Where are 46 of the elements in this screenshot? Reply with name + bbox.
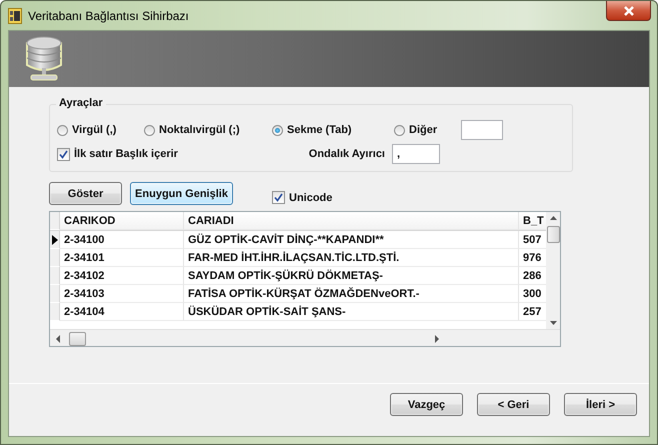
radio-label: Virgül (,) [72, 124, 116, 136]
decimal-separator-field[interactable]: , [392, 144, 440, 164]
group-title: Ayraçlar [56, 97, 106, 109]
show-button[interactable]: Göster [49, 182, 122, 205]
cancel-button[interactable]: Vazgeç [390, 393, 463, 416]
scroll-thumb[interactable] [546, 226, 560, 243]
radio-label: Diğer [409, 124, 438, 136]
next-button[interactable]: İleri > [564, 393, 637, 416]
app-icon [8, 8, 22, 24]
fit-width-button[interactable]: Enuygun Genişlik [130, 182, 233, 205]
table-cell: 2-34103 [60, 285, 184, 303]
database-icon [23, 35, 65, 83]
table-cell: 2-34100 [60, 231, 184, 249]
checkbox-label: İlk satır Başlık içerir [74, 148, 178, 160]
scroll-right-icon[interactable] [434, 334, 440, 342]
row-indicator[interactable] [50, 231, 60, 249]
checkbox[interactable] [57, 148, 70, 160]
table-cell: 2-34101 [60, 249, 184, 267]
column-header[interactable]: CARIKOD [60, 212, 184, 230]
radio-button[interactable] [394, 124, 405, 136]
close-button[interactable] [606, 1, 651, 21]
field-label: Ondalık Ayırıcı [308, 148, 385, 160]
scroll-down-icon[interactable] [550, 319, 557, 327]
radio-label: Noktalıvirgül (;) [159, 124, 240, 136]
table-cell: GÜZ OPTİK-CAVİT DİNÇ-**KAPANDI** [184, 231, 519, 249]
scroll-left-icon[interactable] [55, 334, 61, 342]
current-row-icon [52, 234, 58, 244]
scroll-thumb[interactable] [69, 332, 86, 346]
table-cell: ÜSKÜDAR OPTİK-SAİT ŞANS- [184, 303, 519, 321]
table-cell: 2-34102 [60, 267, 184, 285]
column-header[interactable]: CARIADI [184, 212, 519, 230]
table-cell: 2-34104 [60, 303, 184, 321]
table-cell: FAR-MED İHT.İHR.İLAÇSAN.TİC.LTD.ŞTİ. [184, 249, 519, 267]
window-title: Veritabanı Bağlantısı Sihirbazı [28, 8, 189, 22]
radio-button[interactable] [272, 124, 283, 136]
checkbox-label: Unicode [289, 192, 332, 204]
table-cell: FATİSA OPTİK-KÜRŞAT ÖZMAĞDENveORT.- [184, 285, 519, 303]
table-cell: SAYDAM OPTİK-ŞÜKRÜ DÖKMETAŞ- [184, 267, 519, 285]
horizontal-scrollbar[interactable] [50, 329, 560, 347]
close-icon [622, 6, 634, 16]
radio-button[interactable] [57, 124, 68, 136]
other-separator-field[interactable] [461, 120, 503, 140]
checkbox[interactable] [272, 191, 285, 204]
radio-button[interactable] [144, 124, 155, 136]
back-button[interactable]: < Geri [477, 393, 550, 416]
radio-label: Sekme (Tab) [287, 124, 352, 136]
